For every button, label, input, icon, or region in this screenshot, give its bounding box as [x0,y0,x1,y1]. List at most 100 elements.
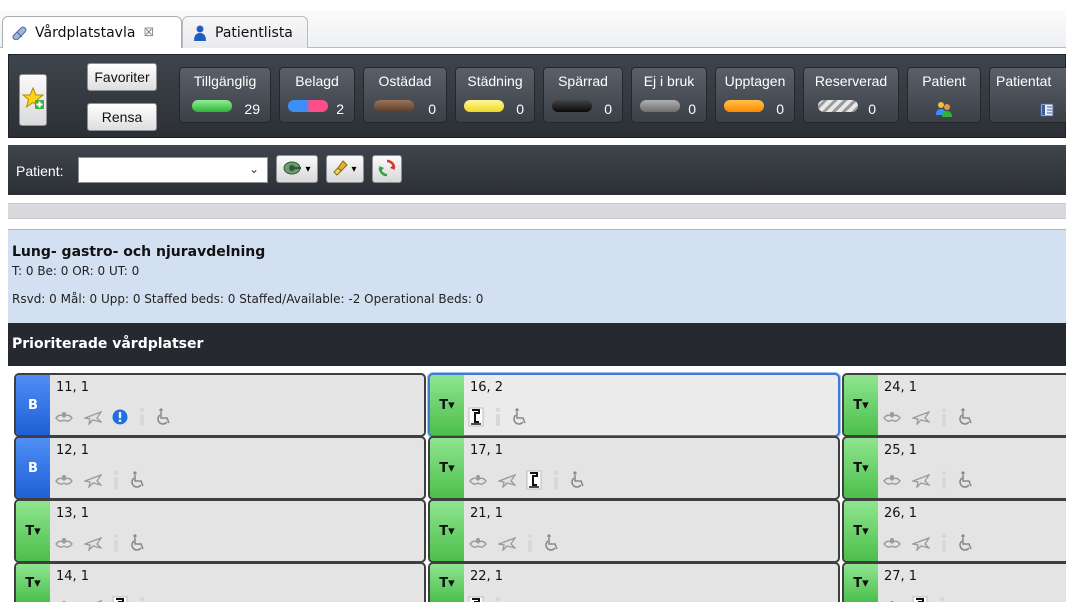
wheelchair-icon[interactable] [130,471,148,489]
hands-icon[interactable] [468,535,488,551]
info-icon[interactable] [526,534,534,552]
bed-status-badge[interactable]: T▾ [844,501,878,561]
hands-icon[interactable] [468,472,488,488]
refresh-icon [378,159,396,180]
bed-status-badge[interactable]: T▾ [844,375,878,435]
plane-icon[interactable] [912,535,930,551]
pill-icon [11,25,29,41]
status-occupied-button[interactable]: Belagd 2 [279,67,355,123]
tab-patientlista[interactable]: Patientlista [182,16,308,48]
patient-filter-button[interactable]: Patient [907,67,981,123]
bed-side-icon[interactable] [526,470,542,490]
bed-status-badge[interactable]: T▾ [430,375,464,435]
bed-status-badge[interactable]: T▾ [430,501,464,561]
refresh-button[interactable] [372,155,402,183]
wheelchair-icon[interactable] [958,534,976,552]
info-icon[interactable] [940,534,948,552]
tab-vardplatstavla[interactable]: Vårdplatstavla ⊠ [2,16,182,48]
bed-status-badge[interactable]: B [16,438,50,498]
tab-label: Patientlista [215,24,293,41]
wheelchair-icon[interactable] [958,471,976,489]
add-favorite-button[interactable] [19,74,47,126]
bed-side-icon[interactable] [468,407,484,427]
hands-icon[interactable] [54,535,74,551]
status-not-in-use-button[interactable]: Ej i bruk 0 [631,67,707,123]
bed-status-badge[interactable]: T▾ [16,564,50,602]
info-icon[interactable] [940,408,948,426]
hands-icon[interactable] [54,472,74,488]
info-icon[interactable] [494,408,502,426]
bed-side-icon[interactable] [468,596,484,602]
status-label: Patient [922,73,966,89]
hands-icon[interactable] [882,409,902,425]
plane-icon[interactable] [498,535,516,551]
bed-card[interactable]: T▾ 25, 1 [842,436,1066,500]
wheelchair-icon[interactable] [512,408,530,426]
plane-icon[interactable] [84,472,102,488]
status-taken-button[interactable]: Upptagen 0 [715,67,795,123]
wheelchair-icon[interactable] [130,534,148,552]
bed-card[interactable]: T▾ 21, 1 [428,499,840,563]
patient-info-button[interactable]: Patientat [989,67,1066,123]
bed-status-badge[interactable]: T▾ [430,564,464,602]
plane-icon[interactable] [912,472,930,488]
status-unclean-button[interactable]: Ostädad 0 [363,67,447,123]
bed-card[interactable]: T▾ 13, 1 [14,499,426,563]
plane-icon[interactable] [84,535,102,551]
bed-status-badge[interactable]: T▾ [16,501,50,561]
hands-icon[interactable] [882,472,902,488]
bed-status-badge[interactable]: T▾ [430,438,464,498]
bed-card[interactable]: T▾ 22, 1 [428,562,840,602]
alert-icon[interactable] [112,409,128,425]
info-icon[interactable] [138,408,146,426]
bed-card[interactable]: T▾ 14, 1 [14,562,426,602]
status-available-button[interactable]: Tillgänglig 29 [179,67,271,123]
info-icon[interactable] [138,597,146,602]
bed-card[interactable]: B 12, 1 [14,436,426,500]
bed-card[interactable]: T▾ 26, 1 [842,499,1066,563]
status-blocked-button[interactable]: Spärrad 0 [543,67,623,123]
close-icon[interactable]: ⊠ [143,25,154,40]
info-icon[interactable] [112,471,120,489]
chevron-down-icon[interactable]: ⌄ [249,162,259,176]
bed-side-icon[interactable] [912,596,928,602]
bed-status-badge[interactable]: T▾ [844,564,878,602]
bed-card[interactable]: B 11, 1 [14,373,426,437]
bed-icons [882,405,976,429]
view-options-button[interactable]: ▾ [276,155,318,183]
cleaning-pill-icon [464,100,504,112]
wheelchair-icon[interactable] [544,534,562,552]
hands-icon[interactable] [882,598,902,602]
bed-card[interactable]: T▾ 17, 1 [428,436,840,500]
clear-button[interactable]: Rensa [87,103,157,131]
bed-side-icon[interactable] [112,596,128,602]
status-reserved-button[interactable]: Reserverad 0 [803,67,899,123]
wheelchair-icon[interactable] [156,408,174,426]
status-count: 0 [516,101,524,117]
hands-icon[interactable] [882,535,902,551]
plane-icon[interactable] [84,598,102,602]
info-icon[interactable] [938,597,946,602]
info-icon[interactable] [112,534,120,552]
bed-status-badge[interactable]: T▾ [844,438,878,498]
plane-icon[interactable] [912,409,930,425]
bed-card[interactable]: T▾ 24, 1 [842,373,1066,437]
info-icon[interactable] [494,597,502,602]
bed-status-badge[interactable]: B [16,375,50,435]
hands-icon[interactable] [54,598,74,602]
bed-card[interactable]: T▾ 27, 1 [842,562,1066,602]
favorites-button[interactable]: Favoriter [87,63,157,91]
status-label: Tillgänglig [193,73,257,89]
info-icon[interactable] [552,471,560,489]
wheelchair-icon[interactable] [570,471,588,489]
plane-icon[interactable] [84,409,102,425]
hands-icon[interactable] [54,409,74,425]
clean-button[interactable]: ▾ [326,155,364,183]
bed-card[interactable]: T▾ 16, 2 [428,373,840,437]
splitter-bar[interactable] [8,203,1066,219]
wheelchair-icon[interactable] [958,408,976,426]
info-icon[interactable] [940,471,948,489]
patient-select[interactable]: ⌄ [78,157,268,183]
plane-icon[interactable] [498,472,516,488]
status-cleaning-button[interactable]: Städning 0 [455,67,535,123]
